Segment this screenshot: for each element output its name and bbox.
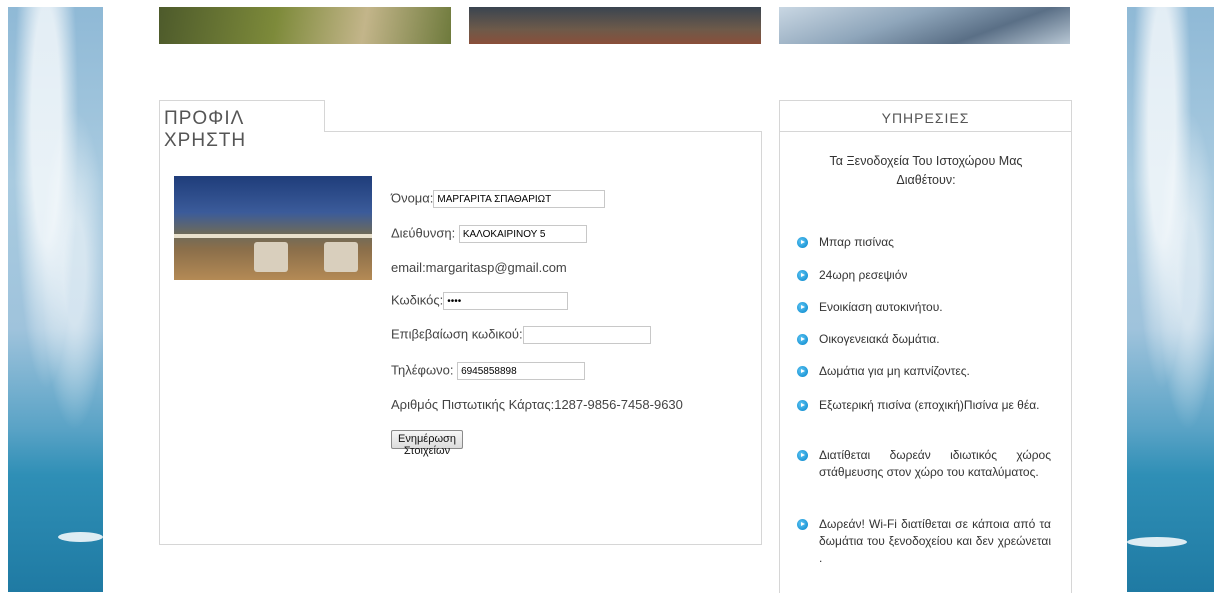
confirm-password-label: Επιβεβαίωση κωδικού: <box>391 326 523 342</box>
bullet-icon <box>797 450 808 461</box>
service-text: Οικογενειακά δωμάτια. <box>819 332 940 346</box>
name-row: Όνομα: <box>391 190 606 208</box>
bullet-icon <box>797 237 808 248</box>
profile-photo <box>174 176 372 280</box>
right-background-image <box>1127 7 1214 592</box>
credit-card-text: Αριθμός Πιστωτικής Κάρτας:1287-9856-7458… <box>391 397 683 412</box>
service-text: Μπαρ πισίνας <box>819 235 894 249</box>
phone-row: Τηλέφωνο: <box>391 362 586 380</box>
profile-tab: ΠΡΟΦΙΛ ΧΡΗΣΤΗ <box>159 100 325 151</box>
bullet-icon <box>797 302 808 313</box>
hotel-photo-2[interactable] <box>469 7 761 44</box>
profile-panel: Όνομα: Διεύθυνση: email:margaritasp@gmai… <box>159 131 762 545</box>
confirm-password-row: Επιβεβαίωση κωδικού: <box>391 326 651 344</box>
bullet-icon <box>797 366 808 377</box>
hotel-photo-1[interactable] <box>159 7 451 44</box>
name-input[interactable] <box>433 190 606 208</box>
service-text: 24ωρη ρεσεψιόν <box>819 268 908 282</box>
bullet-icon <box>797 400 808 411</box>
bullet-icon <box>797 334 808 345</box>
service-text: Ενοικίαση αυτοκινήτου. <box>819 300 943 314</box>
email-text: email:margaritasp@gmail.com <box>391 260 567 275</box>
hotel-photo-3[interactable] <box>779 7 1070 44</box>
left-background-image <box>8 7 103 592</box>
address-label: Διεύθυνση: <box>391 225 456 241</box>
service-text: Εξωτερική πισίνα (εποχική)Πισίνα με θέα. <box>819 398 1040 412</box>
profile-title: ΠΡΟΦΙΛ ΧΡΗΣΤΗ <box>164 108 247 151</box>
password-label: Κωδικός: <box>391 292 444 308</box>
confirm-password-input[interactable] <box>522 326 651 344</box>
service-text: Διατίθεται δωρεάν ιδιωτικός χώρος στάθμε… <box>819 448 1051 479</box>
phone-label: Τηλέφωνο: <box>391 362 454 378</box>
password-input[interactable] <box>443 292 569 310</box>
service-text: Δωμάτια για μη καπνίζοντες. <box>819 364 970 378</box>
name-label: Όνομα: <box>391 190 434 206</box>
services-title: ΥΠΗΡΕΣΙΕΣ <box>780 101 1071 132</box>
password-row: Κωδικός: <box>391 292 569 310</box>
address-input[interactable] <box>458 225 587 243</box>
address-row: Διεύθυνση: <box>391 225 587 243</box>
bullet-icon <box>797 270 808 281</box>
phone-input[interactable] <box>457 362 586 380</box>
services-intro: Τα Ξενοδοχεία Του Ιστοχώρου Μας Διαθέτου… <box>829 154 1023 187</box>
service-text: Δωρεάν! Wi-Fi διατίθεται σε κάποια από τ… <box>819 517 1051 565</box>
update-details-button[interactable]: Ενημέρωση Στοιχείων <box>391 430 463 457</box>
services-panel: ΥΠΗΡΕΣΙΕΣ Τα Ξενοδοχεία Του Ιστοχώρου Μα… <box>779 100 1072 593</box>
bullet-icon <box>797 519 808 530</box>
